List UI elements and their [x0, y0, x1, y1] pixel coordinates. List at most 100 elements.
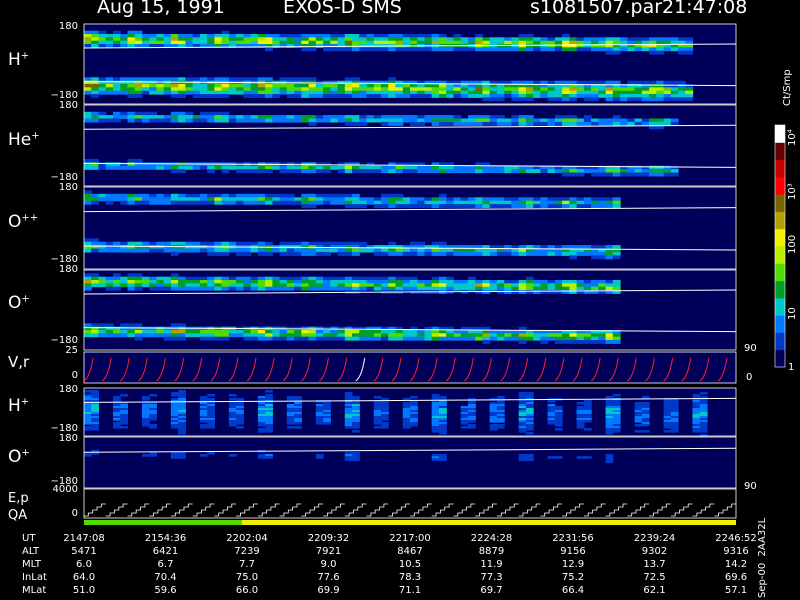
colorbar-segment — [775, 125, 785, 143]
heat-cell — [402, 336, 411, 341]
heat-cell — [265, 37, 273, 42]
heat-cell — [366, 37, 375, 42]
heat-cell — [315, 336, 324, 341]
heat-cell — [170, 77, 179, 82]
panel-o-plus-2-bg — [84, 437, 736, 488]
heat-cell — [547, 37, 556, 42]
heat-cell — [178, 336, 186, 341]
heat-cell — [199, 193, 208, 198]
heat-cell — [446, 37, 454, 42]
heat-cell — [533, 169, 541, 174]
heat-cell — [591, 333, 599, 338]
heat-cell — [504, 283, 512, 288]
heat-cell — [265, 283, 273, 288]
heat-cell — [482, 204, 491, 209]
heat-cell — [257, 333, 266, 338]
heat-cell — [605, 50, 614, 55]
panel-label-o-plusplus: O++ — [8, 212, 39, 232]
heat-cell — [460, 422, 469, 425]
heat-cell — [134, 162, 143, 167]
heat-cell — [301, 283, 310, 288]
heat-cell — [511, 333, 520, 338]
panel-label-h-plus: H+ — [8, 50, 30, 70]
heat-cell — [504, 251, 512, 256]
heat-cell — [315, 456, 324, 459]
heat-cell — [656, 97, 665, 102]
heat-cell — [576, 200, 585, 205]
heat-cell — [149, 394, 157, 397]
heat-cell — [634, 47, 643, 52]
heat-cell — [504, 333, 512, 338]
heat-cell — [388, 251, 397, 256]
heat-cell — [475, 200, 483, 205]
heat-cell — [446, 336, 454, 341]
heat-cell — [113, 197, 121, 202]
heat-cell — [207, 451, 215, 455]
heat-cell — [250, 37, 259, 42]
panel-label-ep: E,p — [8, 491, 29, 506]
heat-cell — [170, 251, 179, 256]
right-tick-vr-top: 90 — [744, 343, 757, 354]
heat-cell — [315, 94, 324, 98]
heat-cell — [221, 241, 230, 246]
heat-cell — [199, 336, 208, 341]
table-cell-ut: 2209:32 — [307, 533, 350, 544]
heat-cell — [214, 37, 223, 42]
table-cell-mlat: 66.0 — [235, 585, 259, 596]
heat-cell — [424, 87, 433, 92]
heat-cell — [301, 241, 310, 246]
heat-cell — [533, 121, 541, 126]
heat-cell — [388, 204, 397, 209]
heat-cell — [178, 94, 186, 98]
heat-cell — [178, 193, 186, 198]
heat-cell — [221, 118, 230, 123]
heat-cell — [685, 50, 694, 55]
heat-cell — [98, 241, 107, 246]
heat-cell — [113, 77, 121, 82]
table-cell-mlt: 14.2 — [724, 559, 748, 570]
heat-cell — [127, 118, 136, 123]
heat-cell — [359, 94, 368, 98]
heat-cell — [424, 47, 433, 52]
heat-cell — [221, 87, 230, 92]
heat-cell — [330, 87, 339, 92]
heat-cell — [323, 422, 331, 425]
heat-cell — [410, 37, 418, 42]
heat-cell — [257, 94, 266, 98]
heat-cell — [323, 37, 331, 42]
heat-cell — [366, 169, 375, 174]
axis-tick-o3-top: 180 — [58, 433, 78, 444]
heat-cell — [228, 398, 237, 401]
heat-cell — [308, 77, 317, 82]
table-cell-alt: 8467 — [397, 546, 423, 557]
heat-cell — [178, 200, 186, 205]
heat-cell — [301, 193, 310, 198]
heat-cell — [308, 251, 317, 256]
heat-cell — [142, 77, 150, 82]
heat-cell — [199, 94, 208, 98]
heat-cell — [641, 424, 650, 427]
colorbar-segment — [775, 280, 785, 299]
heat-cell — [120, 241, 128, 246]
heat-cell — [359, 37, 368, 42]
heat-cell — [199, 286, 208, 291]
colorbar-tick-10000: 10⁴ — [787, 129, 798, 146]
heat-cell — [634, 430, 643, 433]
heat-cell — [388, 333, 397, 338]
heat-cell — [489, 420, 498, 423]
heat-cell — [446, 87, 454, 92]
heat-cell — [627, 121, 636, 126]
heat-cell — [424, 94, 433, 98]
heat-cell — [576, 121, 585, 126]
heat-cell — [265, 333, 273, 338]
heat-cell — [504, 336, 512, 341]
heat-cell — [236, 90, 244, 95]
heat-cell — [663, 430, 672, 433]
heat-cell — [439, 333, 447, 338]
heat-cell — [344, 169, 353, 174]
heat-cell — [373, 426, 382, 429]
heat-cell — [540, 340, 549, 344]
heat-cell — [547, 422, 556, 425]
table-cell-ut: 2154:36 — [144, 533, 187, 544]
heat-cell — [554, 456, 563, 459]
